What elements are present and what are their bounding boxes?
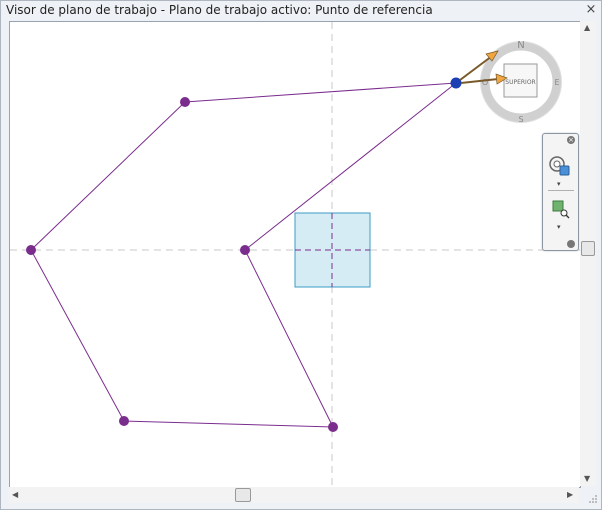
zoom-window-icon[interactable]: [552, 200, 570, 219]
path-point[interactable]: [180, 97, 190, 107]
close-button[interactable]: ×: [584, 3, 598, 17]
horizontal-scroll-thumb[interactable]: [235, 488, 251, 502]
navigation-bar[interactable]: × ▾ ▾: [542, 133, 579, 251]
nav-bar-tools[interactable]: [543, 134, 578, 250]
vertical-scroll-thumb[interactable]: [581, 241, 595, 256]
spline-path[interactable]: [30, 82, 457, 428]
compass-north[interactable]: N: [517, 40, 524, 51]
compass-south[interactable]: S: [518, 115, 523, 124]
steering-wheel-icon[interactable]: [549, 156, 570, 176]
path-point[interactable]: [26, 245, 36, 255]
viewcube[interactable]: N E S O SUPERIOR: [459, 40, 562, 124]
y-axis-arrow: [460, 78, 499, 84]
viewcube-face-label[interactable]: SUPERIOR: [505, 79, 535, 86]
path-point[interactable]: [240, 245, 250, 255]
resize-grip-icon[interactable]: [588, 494, 598, 504]
zoom-dropdown-icon[interactable]: ▾: [557, 223, 561, 231]
path-point[interactable]: [119, 416, 129, 426]
title-bar: Visor de plano de trabajo - Plano de tra…: [1, 1, 601, 20]
horizontal-scrollbar[interactable]: ◀ ▶: [9, 487, 579, 503]
steering-wheel-dropdown-icon[interactable]: ▾: [557, 180, 561, 188]
nav-bar-separator: [548, 190, 574, 191]
nav-bar-minimize-icon[interactable]: [567, 240, 575, 248]
scroll-down-icon[interactable]: ▼: [584, 475, 590, 483]
path-point[interactable]: [328, 422, 338, 432]
drawing-canvas[interactable]: N E S O SUPERIOR × ▾ ▾: [9, 21, 581, 488]
window-title: Visor de plano de trabajo - Plano de tra…: [6, 3, 433, 17]
compass-east[interactable]: E: [554, 78, 559, 87]
scroll-left-icon[interactable]: ◀: [12, 491, 18, 499]
vertical-scrollbar[interactable]: ▲ ▼: [580, 21, 596, 486]
scroll-right-icon[interactable]: ▶: [567, 491, 573, 499]
scroll-up-icon[interactable]: ▲: [584, 24, 590, 32]
workplane-viewer-window: Visor de plano de trabajo - Plano de tra…: [0, 0, 602, 510]
drawing-svg[interactable]: N E S O SUPERIOR: [10, 22, 580, 487]
